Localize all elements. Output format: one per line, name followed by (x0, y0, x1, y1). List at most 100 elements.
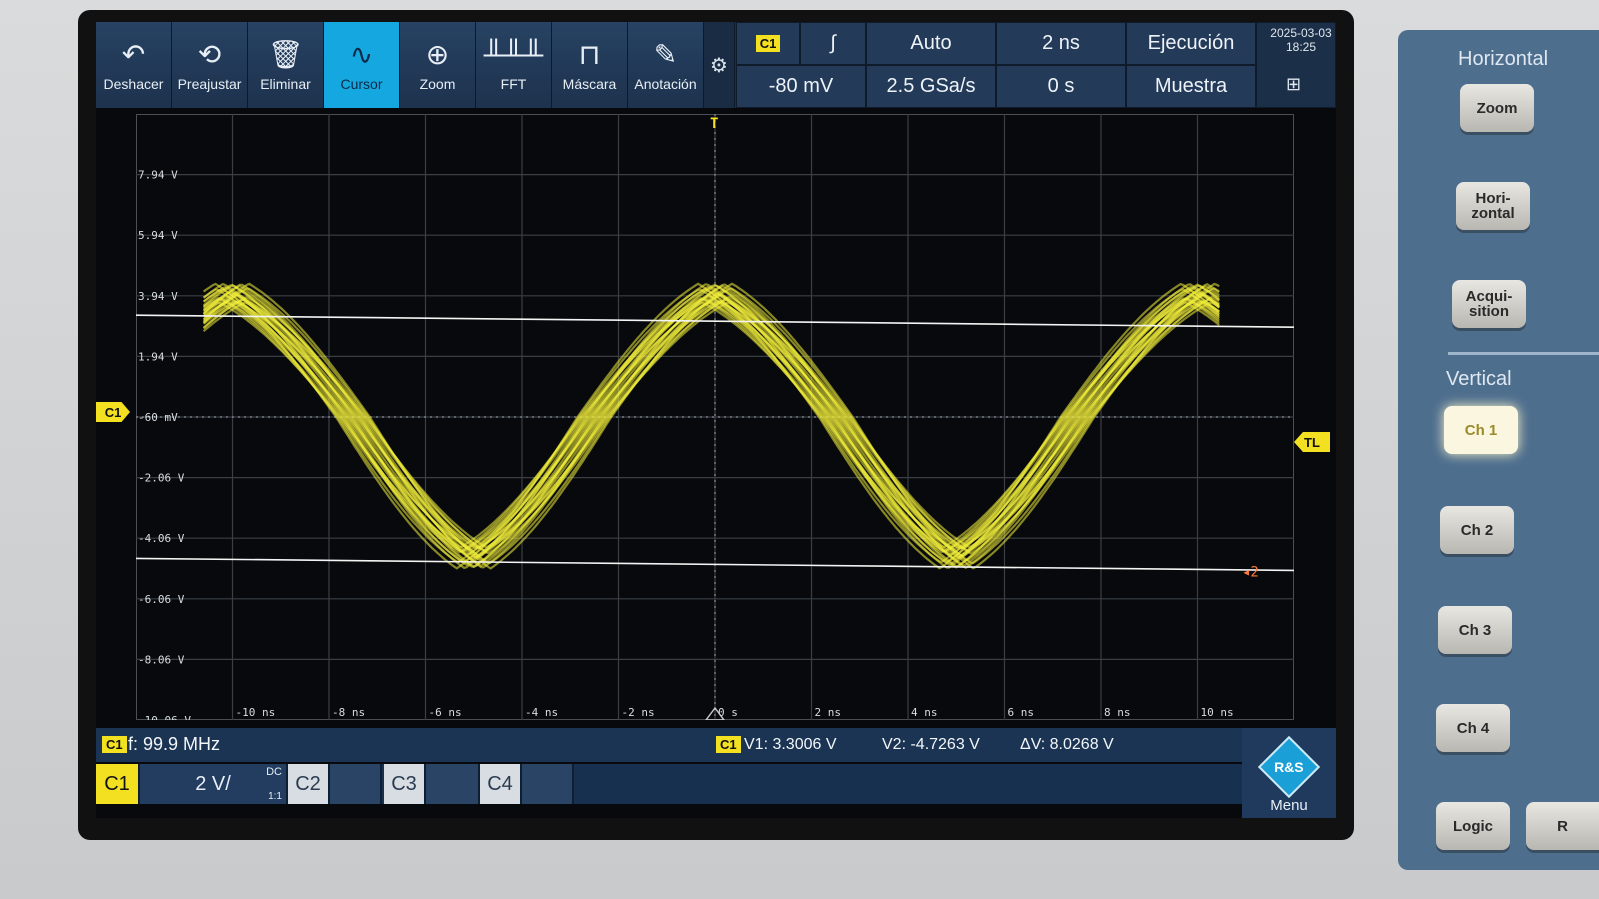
mask-icon: ⊓ (578, 39, 601, 70)
trigger-mode-value: Auto (910, 32, 952, 54)
c2-tab-label: C2 (295, 772, 321, 795)
toolbar-m-scara-button[interactable]: ⊓ Máscara (552, 22, 628, 108)
x-tick-label: 2 ns (815, 706, 842, 719)
toolbar-cursor-button[interactable]: ∿ Cursor (324, 22, 400, 108)
y-tick-label: 7.94 V (138, 169, 178, 182)
cursor-channel-tag: C1 (716, 736, 741, 753)
channel-c4-tab[interactable]: C4 (480, 764, 522, 804)
network-icon[interactable]: ⊞ (1286, 74, 1301, 95)
channel-c1-tab[interactable]: C1 (96, 764, 140, 804)
trash-icon: 🗑 (267, 39, 304, 70)
cursor-2-label: ◂2 (1242, 564, 1259, 580)
ch1-hw-button[interactable]: Ch 1 (1444, 406, 1518, 454)
y-tick-label: -8.06 V (138, 653, 185, 666)
acquisition-mode[interactable]: Muestra (1126, 65, 1256, 108)
ch1-hw-label: Ch 1 (1464, 421, 1498, 439)
run-state-value: Ejecución (1147, 32, 1235, 54)
sample-rate-value: 2.5 GSa/s (886, 75, 976, 97)
gear-icon[interactable]: ⚙ (704, 22, 735, 108)
oscilloscope-screen: ↶ Deshacer ⟲ Preajustar 🗑 Eliminar ∿ Cursor ⊕ Zoo… (96, 22, 1336, 818)
cursor-v1-readout[interactable]: V1: 3.3006 V (744, 736, 837, 754)
datetime: 2025-03-03 18:25 (1266, 26, 1336, 54)
cursor-v2-readout[interactable]: V2: -4.7263 V (882, 736, 980, 754)
ch3-hw-button[interactable]: Ch 3 (1438, 606, 1512, 654)
toolbar-anotaci-n-button[interactable]: ✎ Anotación (628, 22, 704, 108)
trigger-slope[interactable]: ∫ (800, 22, 866, 65)
trigger-level-marker[interactable]: TL (1294, 432, 1330, 452)
toolbar-label: Máscara (562, 76, 617, 92)
tl-marker-label: TL (1304, 434, 1320, 450)
channel-c2-tab[interactable]: C2 (288, 764, 330, 804)
menu-button[interactable]: R&S Menu (1242, 728, 1336, 818)
r-hw-button[interactable]: R (1526, 802, 1599, 850)
vertical-section-title: Vertical (1446, 368, 1512, 390)
y-tick-label: -10.06 V (138, 714, 191, 720)
x-tick-label: -10 ns (236, 706, 276, 719)
toolbar-fft-button[interactable]: ╨╨╨ FFT (476, 22, 552, 108)
y-tick-label: -6.06 V (138, 593, 185, 606)
timebase[interactable]: 2 ns (996, 22, 1126, 65)
c1-tab-label: C1 (104, 772, 130, 795)
ch4-hw-button[interactable]: Ch 4 (1436, 704, 1510, 752)
logic-hw-button[interactable]: Logic (1436, 802, 1510, 850)
y-tick-label: 5.94 V (138, 229, 178, 242)
waveform-svg: 7.94 V 5.94 V 3.94 V 1.94 V -60 mV -2.06 V -4.… (135, 113, 1295, 727)
pencil-icon: ✎ (653, 39, 678, 70)
zoom-hw-button[interactable]: Zoom (1460, 84, 1534, 132)
waveform-display[interactable]: 7.94 V 5.94 V 3.94 V 1.94 V -60 mV -2.06 V -4.… (135, 113, 1295, 727)
toolbar-label: FFT (500, 76, 527, 92)
y-tick-label: 3.94 V (138, 290, 178, 303)
toolbar-eliminar-button[interactable]: 🗑 Eliminar (248, 22, 324, 108)
toolbar-label: Anotación (634, 76, 697, 92)
trigger-channel-tag: C1 (755, 35, 781, 52)
c1-probe-ratio: 1:1 (268, 791, 282, 802)
c2-settings-slot[interactable] (330, 764, 382, 804)
cursor-wave-icon: ∿ (349, 39, 374, 70)
cursor-delta-readout[interactable]: ΔV: 8.0268 V (1020, 736, 1114, 754)
rs-logo-icon: R&S (1257, 735, 1321, 799)
trigger-source[interactable]: C1 (736, 22, 800, 65)
trigger-mode[interactable]: Auto (866, 22, 996, 65)
x-tick-label: -4 ns (525, 706, 558, 719)
zoom-icon: ⊕ (425, 39, 450, 70)
c1-offset-marker[interactable]: C1 (96, 402, 130, 422)
c1-vertical-scale[interactable]: 2 V/ DC 1:1 (140, 764, 288, 804)
sample-rate[interactable]: 2.5 GSa/s (866, 65, 996, 108)
date-text: 2025-03-03 (1270, 26, 1332, 40)
trigger-level[interactable]: -80 mV (736, 65, 866, 108)
time-text: 18:25 (1285, 40, 1317, 54)
horizontal-position-value: 0 s (1047, 75, 1075, 97)
frequency-readout[interactable]: f: 99.9 MHz (128, 734, 220, 755)
y-tick-label: -2.06 V (138, 472, 185, 485)
panel-divider (1448, 352, 1599, 355)
horizontal-section-title: Horizontal (1458, 48, 1549, 70)
toolbar-label: Cursor (340, 76, 383, 92)
x-tick-label: 10 ns (1201, 706, 1234, 719)
measurement-bar: C1 f: 99.9 MHz C1 V1: 3.3006 V V2: -4.72… (96, 728, 1336, 762)
toolbar-zoom-button[interactable]: ⊕ Zoom (400, 22, 476, 108)
y-tick-label: 1.94 V (138, 350, 178, 363)
x-tick-label: -6 ns (429, 706, 462, 719)
toolbar-deshacer-button[interactable]: ↶ Deshacer (96, 22, 172, 108)
channel-c3-tab[interactable]: C3 (384, 764, 426, 804)
trigger-level-value: -80 mV (768, 75, 834, 97)
freq-channel-tag: C1 (102, 736, 127, 753)
x-tick-label: 4 ns (911, 706, 938, 719)
x-tick-label: 8 ns (1104, 706, 1131, 719)
c3-settings-slot[interactable] (426, 764, 480, 804)
acquisition-hw-label: Acqui- sition (1465, 288, 1513, 320)
run-state[interactable]: Ejecución (1126, 22, 1256, 65)
horizontal-hw-button[interactable]: Hori- zontal (1456, 182, 1530, 230)
fft-icon: ╨╨╨ (483, 39, 544, 70)
trigger-position-marker: T (710, 116, 718, 132)
toolbar-preajustar-button[interactable]: ⟲ Preajustar (172, 22, 248, 108)
horizontal-position[interactable]: 0 s (996, 65, 1126, 108)
c4-settings-slot[interactable] (522, 764, 574, 804)
toolbar-label: Preajustar (177, 76, 242, 92)
acquisition-hw-button[interactable]: Acqui- sition (1452, 280, 1526, 328)
y-tick-label: -60 mV (138, 411, 178, 424)
channel-bar: C1 2 V/ DC 1:1 C2 C3 C4 (96, 764, 1336, 804)
ch2-hw-button[interactable]: Ch 2 (1440, 506, 1514, 554)
x-tick-label: -8 ns (332, 706, 365, 719)
ch3-hw-label: Ch 3 (1458, 621, 1492, 639)
